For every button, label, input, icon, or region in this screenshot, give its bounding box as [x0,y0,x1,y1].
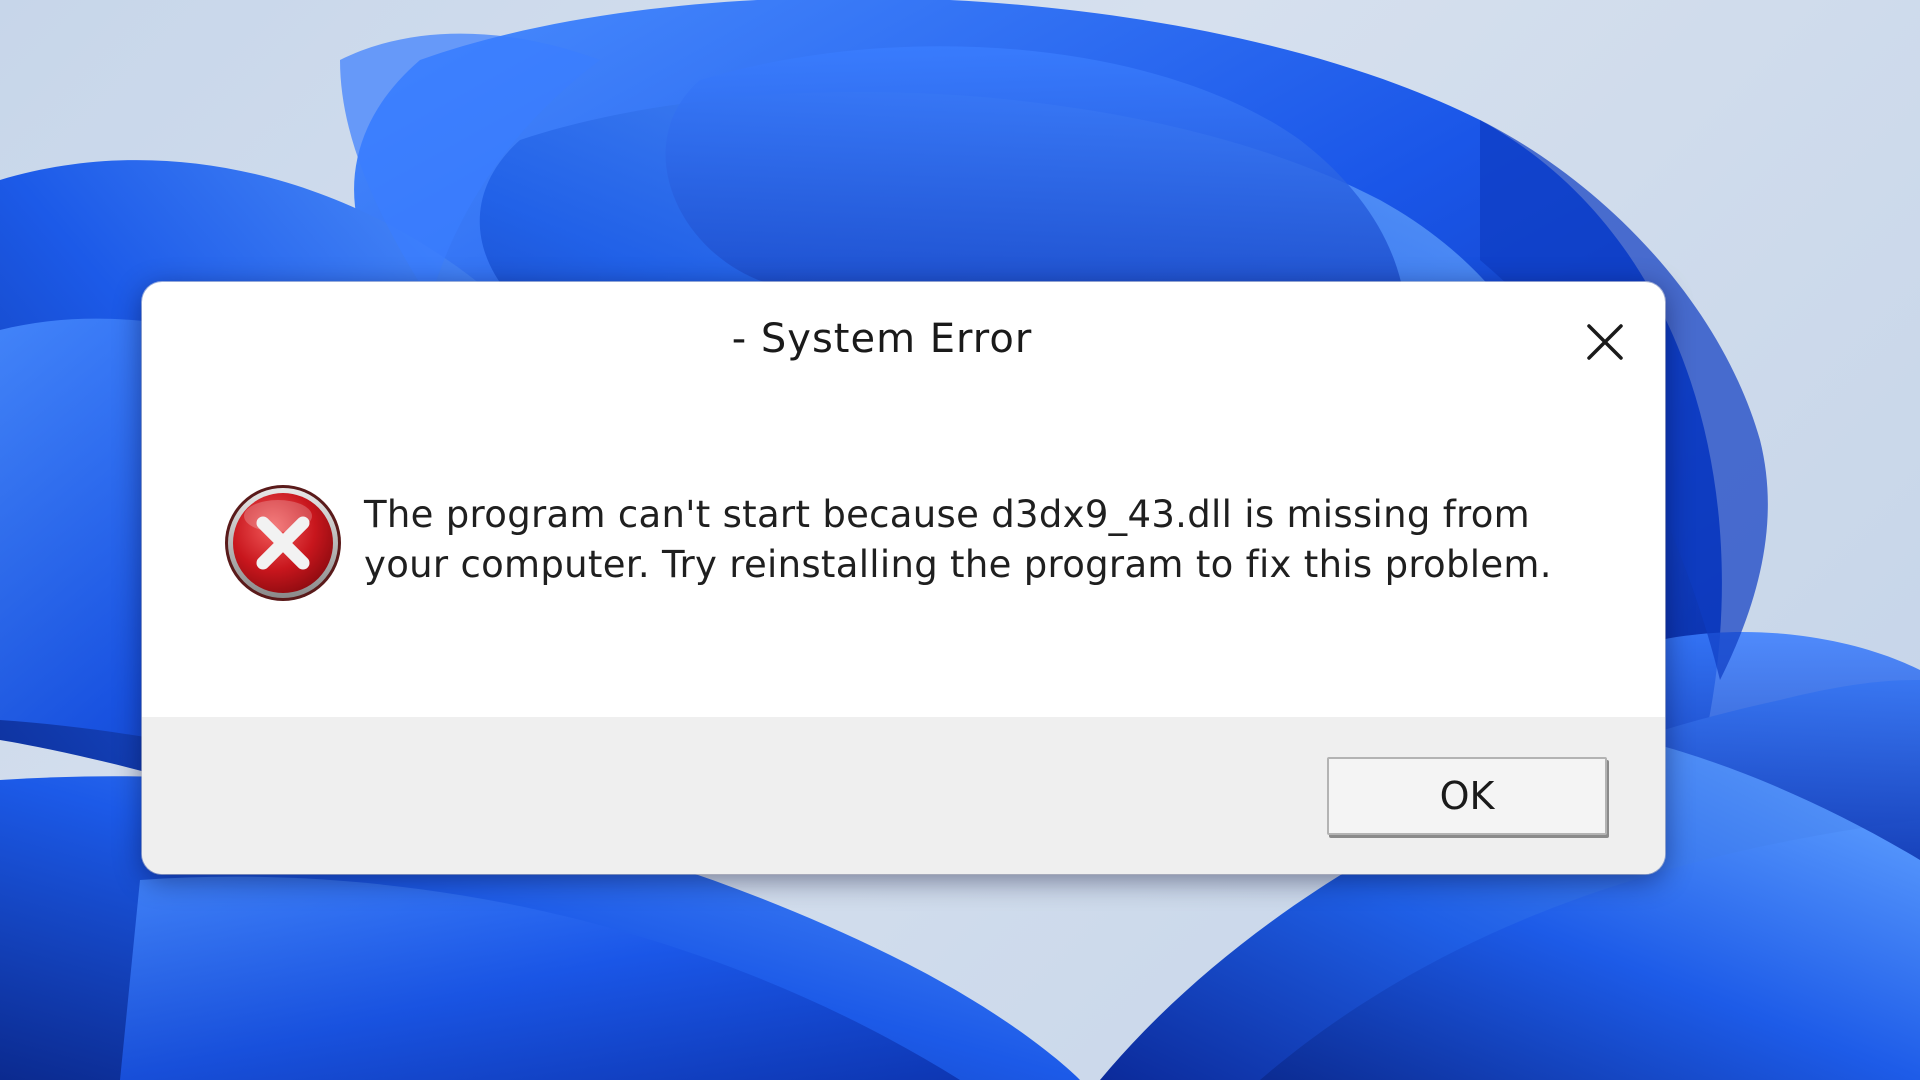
dialog-footer: OK [142,717,1665,874]
dialog-title: - System Error [731,316,1033,362]
ok-button[interactable]: OK [1327,757,1607,835]
dialog-body: The program can't start because d3dx9_43… [142,392,1665,717]
dialog-title-bar[interactable]: - System Error [142,282,1665,392]
close-icon [1587,324,1623,360]
error-message: The program can't start because d3dx9_43… [364,493,1552,586]
error-icon [225,485,341,601]
system-error-dialog: - System Error The program can't start b… [142,282,1665,874]
close-button[interactable] [1573,310,1637,374]
